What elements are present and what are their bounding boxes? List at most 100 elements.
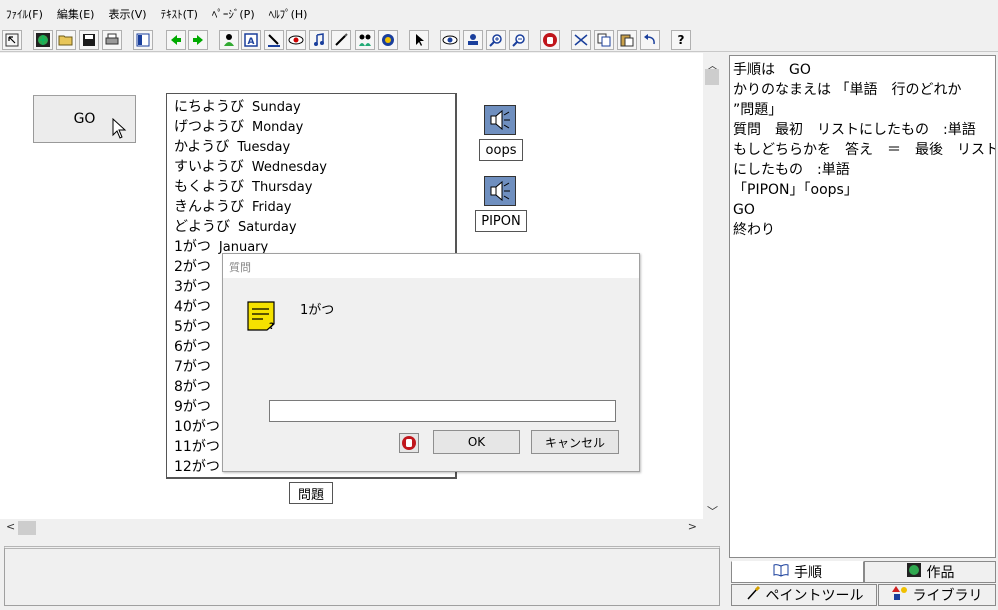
list-item-japanese: 8がつ [174,379,211,395]
copy-icon[interactable] [594,30,614,50]
script-line: 質問 最初 リストにしたもの :単語 [733,122,976,138]
list-item-japanese: きんようび [174,199,244,215]
script-line: 終わり [733,222,775,238]
sound-icon[interactable] [378,30,398,50]
scroll-right-icon[interactable]: > [688,520,697,533]
print-icon[interactable] [102,30,122,50]
toolbar: A ? [0,28,998,52]
undo-icon[interactable] [640,30,660,50]
list-item-japanese: 2がつ [174,259,211,275]
sound-oops-label: oops [479,139,523,161]
menu-page[interactable]: ﾍﾟｰｼﾞ(P) [212,6,255,22]
menu-help[interactable]: ﾍﾙﾌﾟ(H) [269,6,308,22]
list-item-english: Sunday [252,100,301,115]
menu-text[interactable]: ﾃｷｽﾄ(T) [161,6,198,22]
mouse-cursor-icon [112,118,127,139]
memo-question-icon: ? [247,301,275,332]
text-icon[interactable]: A [241,30,261,50]
menu-file[interactable]: ﾌｧｲﾙ(F) [6,6,43,22]
list-item[interactable]: もくようび Thursday [174,177,455,197]
pen-icon[interactable] [331,30,351,50]
script-line: にしたもの :単語 [733,162,850,178]
zoom-in-icon[interactable] [486,30,506,50]
list-item-japanese: げつようび [174,119,244,135]
list-item[interactable]: にちようび Sunday [174,97,455,117]
scroll-left-icon[interactable]: < [6,520,15,533]
question-dialog: 質問 ? 1がつ OK キャンセル [222,253,640,472]
script-line: もしどちらかを 答え ＝ 最後 リスト [733,142,996,158]
list-item[interactable]: きんようび Friday [174,197,455,217]
list-item-japanese: もくようび [174,179,244,195]
list-item[interactable]: どようび Saturday [174,217,455,237]
list-item-english: Tuesday [237,140,291,155]
tab-paint-tool[interactable]: ペイントツール [731,584,877,606]
music-note-icon[interactable] [309,30,329,50]
scroll-thumb[interactable] [705,69,719,85]
list-item-japanese: 5がつ [174,319,211,335]
animation-icon[interactable] [355,30,375,50]
svg-text:?: ? [269,322,274,332]
speaker-icon [490,180,510,202]
answer-input[interactable] [269,400,616,422]
help-icon[interactable]: ? [671,30,691,50]
script-line: かりのなまえは 「単語 行のどれか [733,82,962,98]
tab-procedure-label: 手順 [794,565,822,581]
list-item-japanese: すいようび [174,159,244,175]
tab-procedure[interactable]: 手順 [731,561,864,583]
cancel-button[interactable]: キャンセル [531,430,619,454]
character-icon[interactable] [219,30,239,50]
eye-icon[interactable] [440,30,460,50]
scroll-down-icon[interactable]: ﹀ [707,503,718,519]
back-arrow-icon[interactable] [166,30,186,50]
message-area [4,546,720,606]
stop-hand-icon[interactable] [399,433,419,453]
brush-icon [745,585,761,605]
script-line: GO [733,202,755,218]
stop-hand-icon[interactable] [540,30,560,50]
open-folder-icon[interactable] [56,30,76,50]
script-line: 「PIPON」「oops」 [733,182,858,198]
list-item-japanese: 3がつ [174,279,211,295]
sound-oops-button[interactable] [484,105,516,135]
list-item-japanese: 10がつ [174,419,220,435]
page-layout-icon[interactable] [133,30,153,50]
tab-works-label: 作品 [926,565,955,581]
tab-library-label: ライブラリ [912,588,983,604]
sound-pipon-label: PIPON [475,210,527,232]
scroll-thumb[interactable] [18,521,36,535]
list-item-japanese: にちようび [174,99,244,115]
tab-paint-tool-label: ペイントツール [765,588,864,604]
stamp-icon[interactable] [463,30,483,50]
list-item[interactable]: すいようび Wednesday [174,157,455,177]
shapes-icon [891,585,908,605]
stage-vertical-scrollbar[interactable]: ︿ ﹀ [703,53,721,519]
list-item-japanese: 4がつ [174,299,211,315]
save-icon[interactable] [79,30,99,50]
pointer-icon[interactable] [2,30,22,50]
mondai-label: 問題 [289,482,333,504]
menu-edit[interactable]: 編集(E) [57,6,95,22]
select-arrow-icon[interactable] [409,30,429,50]
list-item-japanese: かようび [174,139,230,155]
globe-icon[interactable] [33,30,53,50]
sound-pipon-button[interactable] [484,176,516,206]
list-item[interactable]: げつようび Monday [174,117,455,137]
cut-icon[interactable] [571,30,591,50]
list-item-english: Friday [252,200,292,215]
stage-horizontal-scrollbar[interactable]: < > [0,519,703,537]
forward-arrow-icon[interactable] [188,30,208,50]
script-panel[interactable]: 手順は GO かりのなまえは 「単語 行のどれか ”問題」 質問 最初 リストにしたも… [729,55,996,558]
script-line: ”問題」 [733,102,783,118]
paste-icon[interactable] [617,30,637,50]
menu-view[interactable]: 表示(V) [108,6,146,22]
paint-icon[interactable] [264,30,284,50]
list-item-japanese: 1がつ [174,239,211,255]
tab-works[interactable]: 作品 [864,561,996,583]
eye-red-icon[interactable] [286,30,306,50]
zoom-out-icon[interactable] [509,30,529,50]
tab-library[interactable]: ライブラリ [878,584,996,606]
list-item-english: Saturday [238,220,297,235]
list-item[interactable]: かようび Tuesday [174,137,455,157]
ok-button[interactable]: OK [433,430,520,454]
list-item-english: Thursday [252,180,313,195]
